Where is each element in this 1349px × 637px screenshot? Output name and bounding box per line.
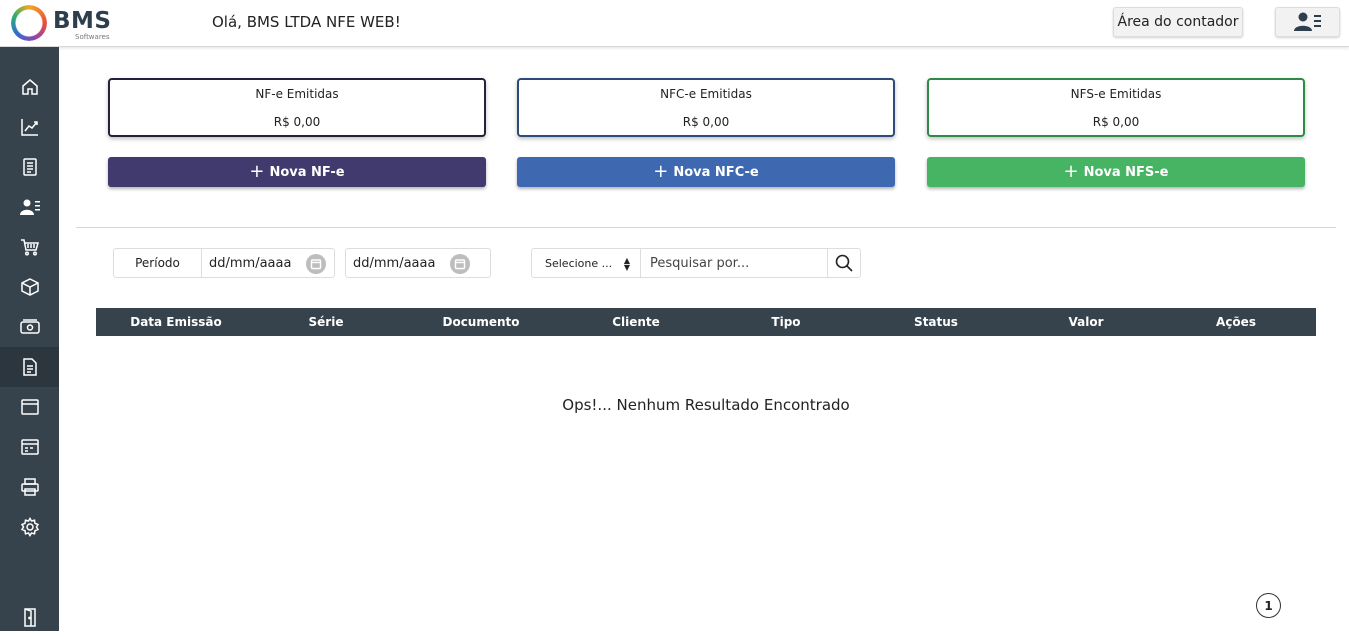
plus-icon: + bbox=[653, 161, 669, 182]
nova-nfe-label: Nova NF-e bbox=[269, 164, 345, 180]
settings-icon bbox=[20, 517, 39, 537]
search-icon bbox=[835, 254, 853, 272]
date-start-input[interactable]: dd/mm/aaaa bbox=[201, 248, 335, 278]
sidebar-item-settings[interactable] bbox=[0, 507, 59, 547]
logo-subtitle: Softwares bbox=[75, 33, 110, 41]
date-end-input[interactable]: dd/mm/aaaa bbox=[345, 248, 491, 278]
card-nfse-title: NFS-e Emitidas bbox=[1070, 87, 1162, 101]
user-menu-button[interactable] bbox=[1275, 7, 1340, 37]
cart-icon bbox=[20, 239, 39, 256]
users-icon bbox=[19, 199, 40, 215]
sidebar-item-sales[interactable] bbox=[0, 227, 59, 267]
card-nfe: NF-e Emitidas R$ 0,00 bbox=[108, 78, 486, 137]
date-end-placeholder: dd/mm/aaaa bbox=[353, 255, 436, 271]
card-nfe-title: NF-e Emitidas bbox=[255, 87, 339, 101]
sidebar-item-dashboard[interactable] bbox=[0, 107, 59, 147]
sidebar-item-invoices[interactable] bbox=[0, 347, 59, 387]
col-cliente[interactable]: Cliente bbox=[561, 308, 711, 336]
col-documento[interactable]: Documento bbox=[406, 308, 556, 336]
plus-icon: + bbox=[249, 161, 265, 182]
card-nfe-value: R$ 0,00 bbox=[273, 115, 321, 129]
document-icon bbox=[22, 158, 37, 176]
nova-nfe-button[interactable]: + Nova NF-e bbox=[108, 157, 486, 187]
box-icon bbox=[20, 278, 39, 296]
home-icon bbox=[21, 79, 38, 95]
col-acoes: Ações bbox=[1216, 315, 1256, 329]
sidebar-item-windows[interactable] bbox=[0, 387, 59, 427]
card-nfce-title: NFC-e Emitidas bbox=[660, 87, 752, 101]
invoice-icon bbox=[22, 358, 37, 376]
sidebar-item-home[interactable] bbox=[0, 67, 59, 107]
card-nfce-value: R$ 0,00 bbox=[682, 115, 730, 129]
col-tipo[interactable]: Tipo bbox=[711, 308, 861, 336]
col-valor[interactable]: Valor bbox=[1011, 308, 1161, 336]
periodo-label: Período bbox=[113, 248, 202, 278]
sidebar-item-cards[interactable] bbox=[0, 427, 59, 467]
sidebar-item-finance[interactable] bbox=[0, 307, 59, 347]
pagination-page-1[interactable]: 1 bbox=[1256, 593, 1281, 618]
nova-nfse-button[interactable]: + Nova NFS-e bbox=[927, 157, 1305, 187]
logo-ring-icon bbox=[11, 5, 47, 41]
search-button[interactable] bbox=[827, 248, 861, 278]
sidebar-item-print[interactable] bbox=[0, 467, 59, 507]
window-icon bbox=[20, 399, 39, 415]
printer-icon bbox=[20, 478, 39, 496]
calendar-icon[interactable] bbox=[306, 254, 326, 274]
table-header: Data Emissão Série Documento Cliente Tip… bbox=[96, 308, 1316, 336]
search-placeholder: Pesquisar por... bbox=[650, 255, 750, 271]
calendar-card-icon bbox=[20, 439, 39, 455]
select-value: Selecione ... bbox=[545, 256, 613, 270]
search-input[interactable]: Pesquisar por... bbox=[640, 248, 828, 278]
logo-text: BMS bbox=[53, 8, 112, 34]
area-contador-button[interactable]: Área do contador bbox=[1113, 7, 1243, 37]
logout-door-icon bbox=[23, 608, 36, 627]
search-field-select[interactable]: Selecione ... ▲ ▼ bbox=[531, 248, 641, 278]
section-divider bbox=[76, 227, 1336, 228]
money-icon bbox=[19, 319, 40, 334]
nova-nfce-button[interactable]: + Nova NFC-e bbox=[517, 157, 895, 187]
top-header: BMS Softwares Olá, BMS LTDA NFE WEB! Áre… bbox=[0, 0, 1349, 47]
sidebar-item-clients[interactable] bbox=[0, 187, 59, 227]
sidebar bbox=[0, 47, 59, 631]
sidebar-item-documents[interactable] bbox=[0, 147, 59, 187]
bms-logo[interactable]: BMS Softwares bbox=[11, 4, 121, 42]
sidebar-item-logout[interactable] bbox=[0, 597, 59, 637]
plus-icon: + bbox=[1063, 161, 1079, 182]
nova-nfce-label: Nova NFC-e bbox=[673, 164, 759, 180]
col-data-emissao[interactable]: Data Emissão bbox=[101, 308, 251, 336]
col-status[interactable]: Status bbox=[861, 308, 1011, 336]
card-nfse: NFS-e Emitidas R$ 0,00 bbox=[927, 78, 1305, 137]
greeting-text: Olá, BMS LTDA NFE WEB! bbox=[212, 13, 401, 31]
card-nfse-value: R$ 0,00 bbox=[1092, 115, 1140, 129]
select-arrows-icon: ▲ ▼ bbox=[623, 256, 630, 272]
nova-nfse-label: Nova NFS-e bbox=[1083, 164, 1169, 180]
card-nfce: NFC-e Emitidas R$ 0,00 bbox=[517, 78, 895, 137]
calendar-icon[interactable] bbox=[450, 254, 470, 274]
chart-line-icon bbox=[20, 119, 38, 136]
empty-result-message: Ops!... Nenhum Resultado Encontrado bbox=[562, 396, 850, 414]
date-start-placeholder: dd/mm/aaaa bbox=[209, 255, 292, 271]
sidebar-item-products[interactable] bbox=[0, 267, 59, 307]
user-list-icon bbox=[1293, 12, 1321, 31]
col-serie[interactable]: Série bbox=[251, 308, 401, 336]
